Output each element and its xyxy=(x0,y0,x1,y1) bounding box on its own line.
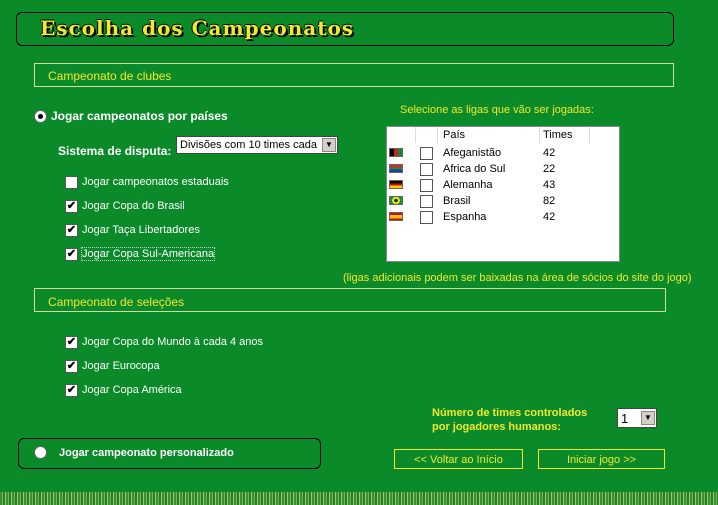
league-teams: 43 xyxy=(543,179,556,191)
clubs-section-label: Campeonato de clubes xyxy=(48,69,172,83)
human-players-select[interactable]: 1 ▼ xyxy=(617,408,657,428)
flag-icon xyxy=(389,180,403,189)
option-checkbox-copa-america[interactable]: ✔ xyxy=(65,384,78,397)
option-label-copa-brasil: Jogar Copa do Brasil xyxy=(82,200,185,212)
table-divider xyxy=(415,127,416,143)
league-country: Afeganistão xyxy=(443,147,502,159)
start-button[interactable]: Iniciar jogo >> xyxy=(538,449,665,469)
table-divider xyxy=(539,127,540,143)
league-country: Africa do Sul xyxy=(443,163,506,175)
leagues-table[interactable]: País Times Afeganistão 42 Africa do Sul … xyxy=(386,126,620,262)
option-label-state-championships: Jogar campeonatos estaduais xyxy=(82,176,229,188)
dispute-label: Sistema de disputa: xyxy=(58,144,172,158)
back-button[interactable]: << Voltar ao Início xyxy=(394,449,523,469)
dispute-value: Divisões com 10 times cada xyxy=(180,139,317,151)
chevron-down-icon[interactable]: ▼ xyxy=(322,138,336,152)
option-label-libertadores: Jogar Taça Libertadores xyxy=(82,224,200,236)
human-players-label-line1: Número de times controlados xyxy=(432,407,588,419)
league-checkbox[interactable] xyxy=(420,195,433,208)
option-checkbox-eurocopa[interactable]: ✔ xyxy=(65,360,78,373)
page-title: Escolha dos Campeonatos xyxy=(40,16,355,40)
league-checkbox[interactable] xyxy=(420,163,433,176)
flag-icon xyxy=(389,148,403,157)
league-teams: 42 xyxy=(543,211,556,223)
option-checkbox-state-championships[interactable] xyxy=(65,176,78,189)
countries-radio-label[interactable]: Jogar campeonatos por países xyxy=(51,109,228,123)
grass-decoration xyxy=(0,492,718,505)
option-label-sul-americana: Jogar Copa Sul-Americana xyxy=(80,247,216,261)
option-label-eurocopa: Jogar Eurocopa xyxy=(82,360,160,372)
league-checkbox[interactable] xyxy=(420,211,433,224)
column-header-teams[interactable]: Times xyxy=(543,129,573,141)
flag-icon xyxy=(389,164,403,173)
option-checkbox-copa-brasil[interactable]: ✔ xyxy=(65,200,78,213)
option-checkbox-world-cup[interactable]: ✔ xyxy=(65,336,78,349)
league-checkbox[interactable] xyxy=(420,179,433,192)
flag-icon xyxy=(389,196,403,205)
option-checkbox-sul-americana[interactable]: ✔ xyxy=(65,248,78,261)
option-checkbox-libertadores[interactable]: ✔ xyxy=(65,224,78,237)
league-checkbox[interactable] xyxy=(420,147,433,160)
selections-section-label: Campeonato de seleções xyxy=(48,295,185,309)
league-country: Alemanha xyxy=(443,179,493,191)
table-divider xyxy=(589,127,590,143)
countries-radio[interactable] xyxy=(34,110,47,123)
league-country: Espanha xyxy=(443,211,487,223)
custom-radio-label[interactable]: Jogar campeonato personalizado xyxy=(59,447,234,459)
flag-icon xyxy=(389,212,403,221)
human-players-value: 1 xyxy=(621,411,629,426)
league-teams: 22 xyxy=(543,163,556,175)
option-label-world-cup: Jogar Copa do Mundo à cada 4 anos xyxy=(82,336,264,348)
option-label-copa-america: Jogar Copa América xyxy=(82,384,182,396)
table-divider xyxy=(437,127,438,143)
human-players-label-line2: por jogadores humanos: xyxy=(432,421,561,433)
leagues-prompt: Selecione as ligas que vão ser jogadas: xyxy=(400,104,594,116)
league-teams: 82 xyxy=(543,195,556,207)
column-header-country[interactable]: País xyxy=(443,129,465,141)
leagues-note: (ligas adicionais podem ser baixadas na … xyxy=(343,272,692,284)
league-teams: 42 xyxy=(543,147,556,159)
dispute-select[interactable]: Divisões com 10 times cada ▼ xyxy=(176,136,338,154)
league-country: Brasil xyxy=(443,195,471,207)
custom-radio[interactable] xyxy=(34,446,47,459)
chevron-down-icon[interactable]: ▼ xyxy=(641,411,655,425)
